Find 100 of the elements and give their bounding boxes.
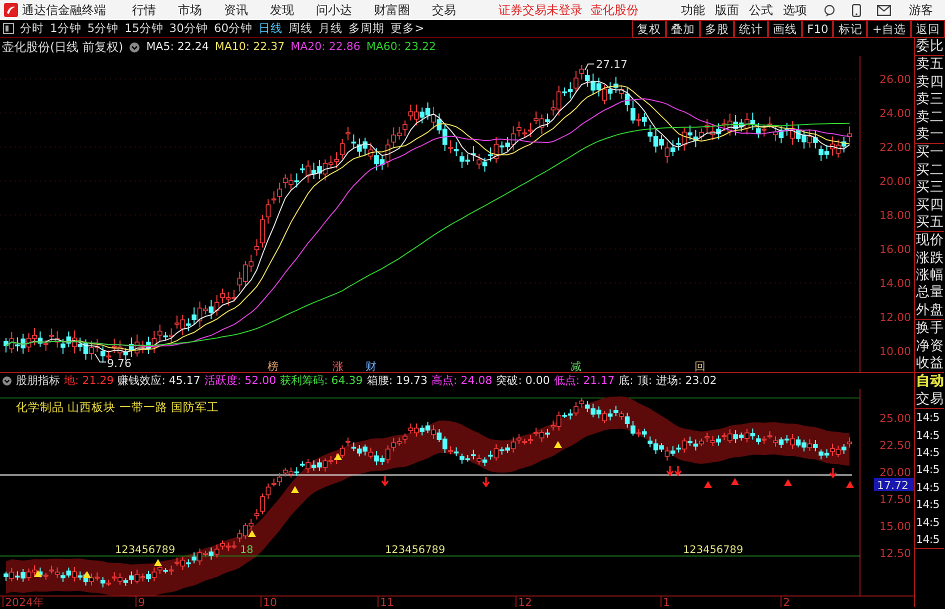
quote-label: 卖二	[916, 108, 944, 125]
menu-item[interactable]: 财富圈	[374, 1, 410, 19]
count-label: 18	[240, 544, 254, 556]
quote-label: 卖四	[916, 74, 944, 90]
indicator-value: 地: 21.29	[64, 372, 114, 389]
axis-label: 2024年	[5, 596, 44, 607]
period-tab[interactable]: 月线	[316, 20, 346, 38]
axis-label: 2	[783, 596, 790, 607]
period-tab[interactable]: 15分钟	[122, 20, 166, 38]
period-tab[interactable]: 1分钟	[47, 20, 84, 38]
menu-item[interactable]: 市场	[178, 1, 202, 19]
quote-label: 交易	[916, 390, 944, 407]
axis-label: 22.50	[880, 439, 911, 452]
menu-item[interactable]: 资讯	[224, 1, 248, 19]
count-label: 123456789	[683, 544, 744, 556]
quote-label: 涨幅	[916, 267, 944, 284]
quote-label: 买四	[916, 196, 944, 213]
toolbar-button[interactable]: +自选	[867, 20, 911, 38]
quote-label: 换手	[916, 320, 944, 336]
indicator-value: 顶:	[637, 372, 652, 389]
period-tab[interactable]: 更多>	[388, 20, 428, 38]
period-tab[interactable]: 日线	[256, 20, 286, 38]
quote-label: 现价	[916, 232, 944, 248]
axis-label: 25.00	[880, 412, 911, 425]
indicator-value: 底:	[618, 372, 634, 389]
indicator-value: 活跃度: 52.00	[204, 372, 276, 389]
quote-label: 买五	[916, 214, 944, 230]
low-price-label: 9.76	[107, 357, 132, 370]
quote-label: 委比	[916, 38, 944, 54]
signal-marker: 减	[570, 360, 582, 372]
user-name[interactable]: 游客	[909, 1, 933, 19]
menu-item[interactable]: 版面	[715, 1, 739, 19]
indicator-value: 进场: 23.02	[656, 372, 717, 389]
quote-label: 14:5	[916, 463, 940, 476]
signal-marker: 榜	[268, 360, 278, 372]
quote-label: 涨跌	[916, 250, 944, 266]
quote-label: 买三	[916, 179, 944, 196]
quote-label: 14:5	[916, 498, 940, 512]
indicator-value: 赚钱效应: 45.17	[118, 372, 200, 389]
quote-label: 收益	[916, 355, 944, 372]
quote-label: 净资	[916, 338, 944, 354]
axis-label: 18.00	[880, 209, 911, 222]
quote-label: 14:5	[916, 446, 940, 459]
menu-item[interactable]: 交易	[432, 1, 456, 19]
status-text: 证券交易未登录	[498, 2, 582, 19]
menu-item[interactable]: 公式	[749, 1, 773, 19]
toolbar-button[interactable]: 统计	[734, 20, 768, 38]
menu-item[interactable]: 发现	[270, 1, 294, 19]
period-tab[interactable]: 多周期	[346, 20, 388, 38]
quote-label: 总量	[916, 284, 944, 300]
period-tab[interactable]: 5分钟	[84, 20, 122, 38]
toolbar-button[interactable]: 多股	[700, 20, 734, 38]
indicator-value: 低点: 21.17	[554, 372, 615, 389]
axis-label: 10	[263, 596, 277, 607]
axis-label: 12	[518, 596, 532, 607]
menu-item[interactable]: 功能	[681, 1, 705, 19]
axis-label: 17.50	[880, 493, 911, 506]
period-tab[interactable]: 30分钟	[166, 20, 211, 38]
menu-item[interactable]: 行情	[132, 1, 156, 19]
axis-label: 14.00	[880, 277, 911, 290]
axis-label: 26.00	[880, 73, 911, 86]
quote-label: 卖五	[916, 56, 944, 72]
quote-label: 14:5	[916, 411, 940, 424]
app-title: 通达信金融终端	[22, 2, 106, 19]
chart-title: 壶化股份(日线 前复权)	[2, 39, 124, 56]
toolbar-button[interactable]: 复权	[632, 20, 666, 38]
sector-tags: 化学制品 山西板块 一带一路 国防军工	[16, 400, 219, 414]
axis-label: 20.00	[880, 175, 911, 188]
count-label: 123456789	[115, 544, 176, 556]
axis-label: 15.00	[880, 520, 911, 533]
menu-item[interactable]: 选项	[783, 1, 807, 19]
quote-label: 买二	[916, 162, 944, 178]
period-tab[interactable]: 分时	[17, 20, 47, 38]
menu-item[interactable]: 问小达	[316, 1, 352, 19]
quote-label: 外盘	[916, 302, 944, 318]
toolbar-button[interactable]: 画线	[768, 20, 802, 38]
axis-label: 12.50	[880, 547, 911, 560]
indicator-value: 高点: 24.08	[432, 372, 492, 389]
toolbar-button[interactable]: 标记	[833, 20, 868, 38]
quote-label: 卖三	[916, 91, 944, 108]
indicator-value: MA20: 22.86	[290, 38, 360, 55]
indicator-value: MA10: 22.37	[214, 38, 285, 55]
axis-label: 9	[138, 596, 145, 607]
period-tab[interactable]: 周线	[286, 20, 316, 38]
cursor-value-tag: 17.72	[874, 478, 914, 492]
signal-marker: 回	[694, 360, 706, 372]
axis-label: 1	[663, 596, 670, 607]
toolbar-button[interactable]: F10	[802, 20, 834, 38]
indicator-name: 股朋指标	[16, 372, 60, 389]
axis-label: 24.00	[880, 107, 911, 120]
quote-label: 14:5	[916, 516, 940, 529]
quote-label: 14:5	[916, 480, 940, 494]
indicator-value: MA60: 23.22	[366, 38, 436, 55]
toolbar-button[interactable]: 叠加	[666, 20, 700, 38]
quote-label: 自动	[916, 373, 944, 390]
axis-label: 22.00	[880, 141, 911, 154]
quote-label: 买一	[916, 144, 944, 160]
period-tab[interactable]: 60分钟	[210, 20, 256, 38]
toolbar-button[interactable]: 返回	[911, 20, 945, 38]
indicator-value: MA5: 22.24	[146, 38, 209, 55]
